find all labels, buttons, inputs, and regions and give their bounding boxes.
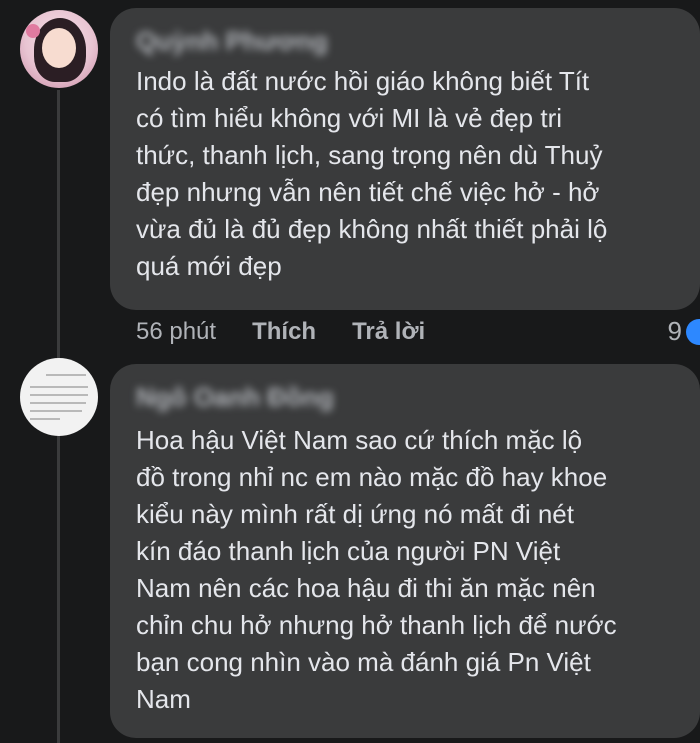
comment-text: Indo là đất nước hồi giáo không biết Tít… [136,66,608,281]
comment-author[interactable]: Quỳnh Phương [136,26,328,57]
comment-actions: 56 phút Thích Trả lời [136,318,425,346]
comment-bubble: Quỳnh Phương Indo là đất nước hồi giáo k… [110,8,700,310]
thread-connector [57,434,60,743]
avatar-text-line [30,394,88,396]
flower-icon [26,24,40,38]
reaction-summary[interactable]: 9 [668,316,700,347]
avatar-face [42,28,76,68]
comment-bubble: Ngô Oanh Đồng Hoa hậu Việt Nam sao cứ th… [110,364,700,738]
like-reaction-icon [686,318,700,345]
thread-connector [57,90,60,360]
reaction-count: 9 [667,316,682,346]
avatar-text-line [30,386,88,388]
reply-button[interactable]: Trả lời [352,318,425,346]
avatar[interactable] [20,10,98,88]
avatar-text-line [30,418,60,420]
avatar-text-line [30,402,86,404]
comment-text: Hoa hậu Việt Nam sao cứ thích mặc lộ đồ … [136,425,617,714]
avatar-text-line [46,374,86,376]
avatar[interactable] [20,358,98,436]
comment-author[interactable]: Ngô Oanh Đồng [136,382,334,413]
avatar-text-line [30,410,82,412]
comment-time[interactable]: 56 phút [136,318,216,346]
like-button[interactable]: Thích [252,318,316,346]
